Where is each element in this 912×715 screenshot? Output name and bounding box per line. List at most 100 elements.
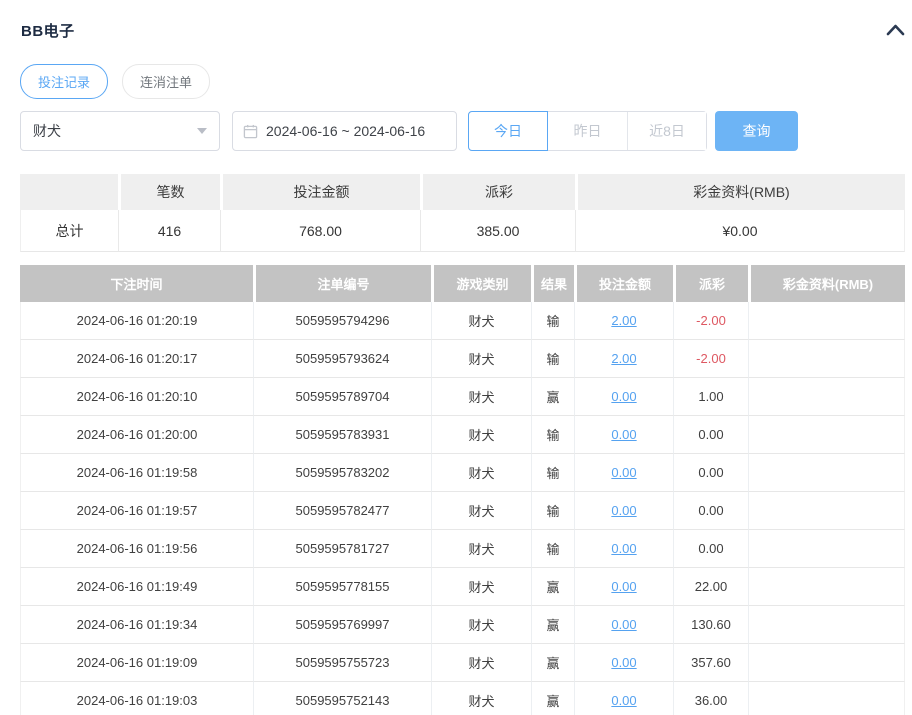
cell-bet-amount-link[interactable]: 0.00 — [611, 693, 636, 708]
quick-range-8days-button[interactable]: 近8日 — [627, 112, 706, 150]
bet-records-panel: BB电子 投注记录 连消注单 财犬 — [0, 0, 912, 715]
cell-order-id: 5059595778155 — [253, 568, 431, 606]
cell-result: 赢 — [531, 606, 574, 644]
cell-game-type: 财犬 — [431, 568, 531, 606]
cell-order-id: 5059595789704 — [253, 378, 431, 416]
cell-bet-amount: 2.00 — [574, 302, 673, 340]
cell-game-type: 财犬 — [431, 644, 531, 682]
cell-bet-time: 2024-06-16 01:20:00 — [20, 416, 253, 454]
cell-bet-amount: 0.00 — [574, 644, 673, 682]
cell-payout: 22.00 — [673, 568, 748, 606]
records-col-result: 结果 — [531, 265, 574, 302]
cell-result: 输 — [531, 530, 574, 568]
cell-bet-amount: 0.00 — [574, 416, 673, 454]
cell-game-type: 财犬 — [431, 302, 531, 340]
cell-bet-amount-link[interactable]: 0.00 — [611, 503, 636, 518]
cell-bet-amount: 0.00 — [574, 606, 673, 644]
cell-bonus — [748, 606, 905, 644]
records-col-bet-time: 下注时间 — [20, 265, 253, 302]
quick-range-yesterday-button[interactable]: 昨日 — [548, 112, 627, 150]
date-range-picker[interactable]: 2024-06-16 ~ 2024-06-16 — [232, 111, 457, 151]
cell-bet-amount-link[interactable]: 2.00 — [611, 313, 636, 328]
cell-result: 赢 — [531, 378, 574, 416]
table-row: 2024-06-16 01:20:105059595789704财犬赢0.001… — [20, 378, 905, 416]
records-col-bet-amount: 投注金额 — [574, 265, 673, 302]
cell-bet-time: 2024-06-16 01:19:34 — [20, 606, 253, 644]
records-table: 下注时间 注单编号 游戏类别 结果 投注金额 派彩 彩金资料(RMB) 2024… — [20, 265, 905, 715]
records-table-body: 2024-06-16 01:20:195059595794296财犬输2.00-… — [20, 302, 905, 715]
table-row: 2024-06-16 01:19:095059595755723财犬赢0.003… — [20, 644, 905, 682]
cell-game-type: 财犬 — [431, 492, 531, 530]
summary-col-bonus: 彩金资料(RMB) — [575, 174, 905, 210]
records-col-game-type: 游戏类别 — [431, 265, 531, 302]
cell-result: 输 — [531, 416, 574, 454]
table-row: 2024-06-16 01:19:345059595769997财犬赢 0.00 1… — [20, 606, 905, 644]
cell-game-type: 财犬 — [431, 530, 531, 568]
cell-payout: 0.00 — [673, 530, 748, 568]
cell-bonus — [748, 568, 905, 606]
table-row: 2024-06-16 01:19:575059595782477财犬输 0.00 0… — [20, 492, 905, 530]
table-row: 2024-06-16 01:19:495059595778155财犬赢 0.00 2… — [20, 568, 905, 606]
game-select[interactable]: 财犬 — [20, 111, 220, 151]
records-header-row: 下注时间 注单编号 游戏类别 结果 投注金额 派彩 彩金资料(RMB) — [20, 265, 905, 302]
cell-bet-time: 2024-06-16 01:19:03 — [20, 682, 253, 715]
cell-bet-time: 2024-06-16 01:20:10 — [20, 378, 253, 416]
summary-table: 笔数 投注金额 派彩 彩金资料(RMB) 总计 416 768.00 385.0… — [20, 174, 905, 252]
cell-order-id: 5059595769997 — [253, 606, 431, 644]
cell-bet-amount: 0.00 — [574, 378, 673, 416]
records-col-bonus: 彩金资料(RMB) — [748, 265, 905, 302]
cell-order-id: 5059595793624 — [253, 340, 431, 378]
collapse-panel-button[interactable] — [884, 22, 906, 40]
summary-total-label: 总计 — [20, 210, 118, 252]
cell-game-type: 财犬 — [431, 606, 531, 644]
search-button[interactable]: 查询 — [715, 111, 798, 151]
cell-bet-amount-link[interactable]: 0.00 — [611, 655, 636, 670]
cell-bonus — [748, 454, 905, 492]
tab-bar: 投注记录 连消注单 — [20, 64, 912, 99]
page-title: BB电子 — [21, 20, 75, 41]
tab-bet-records[interactable]: 投注记录 — [20, 64, 108, 99]
cell-result: 输 — [531, 492, 574, 530]
cell-order-id: 5059595752143 — [253, 682, 431, 715]
cell-payout: 357.60 — [673, 644, 748, 682]
cell-payout: -2.00 — [673, 302, 748, 340]
cell-bet-amount: 0.00 — [574, 530, 673, 568]
cell-order-id: 5059595783202 — [253, 454, 431, 492]
cell-bet-amount-link[interactable]: 0.00 — [611, 579, 636, 594]
cell-bet-amount-link[interactable]: 0.00 — [611, 541, 636, 556]
panel-header: BB电子 — [20, 0, 912, 41]
chevron-up-icon — [885, 22, 906, 40]
date-range-value: 2024-06-16 ~ 2024-06-16 — [266, 123, 425, 139]
cell-bet-amount-link[interactable]: 0.00 — [611, 389, 636, 404]
cell-bet-amount-link[interactable]: 0.00 — [611, 465, 636, 480]
cell-payout: 1.00 — [673, 378, 748, 416]
cell-bet-amount-link[interactable]: 2.00 — [611, 351, 636, 366]
quick-range-group: 今日 昨日 近8日 — [468, 111, 707, 151]
summary-total-bet-amount: 768.00 — [220, 210, 420, 252]
tab-cancelled-orders[interactable]: 连消注单 — [122, 64, 210, 99]
cell-bet-amount-link[interactable]: 0.00 — [611, 617, 636, 632]
table-row: 2024-06-16 01:19:565059595781727财犬输0.000… — [20, 530, 905, 568]
table-row: 2024-06-16 01:20:195059595794296财犬输2.00-… — [20, 302, 905, 340]
cell-result: 赢 — [531, 568, 574, 606]
cell-payout: -2.00 — [673, 340, 748, 378]
cell-result: 输 — [531, 340, 574, 378]
calendar-icon — [243, 124, 258, 139]
cell-bonus — [748, 416, 905, 454]
cell-order-id: 5059595781727 — [253, 530, 431, 568]
summary-col-payout: 派彩 — [420, 174, 575, 210]
summary-total-bonus: ¥0.00 — [575, 210, 905, 252]
filter-bar: 财犬 2024-06-16 ~ 2024-06-16 今日 昨日 近8日 查询 — [20, 111, 912, 151]
cell-payout: 130.60 — [673, 606, 748, 644]
quick-range-today-button[interactable]: 今日 — [468, 111, 548, 151]
cell-bet-time: 2024-06-16 01:19:57 — [20, 492, 253, 530]
cell-bet-amount: 0.00 — [574, 568, 673, 606]
summary-total-count: 416 — [118, 210, 220, 252]
cell-bet-amount-link[interactable]: 0.00 — [611, 427, 636, 442]
cell-payout: 0.00 — [673, 492, 748, 530]
cell-order-id: 5059595782477 — [253, 492, 431, 530]
records-col-payout: 派彩 — [673, 265, 748, 302]
records-col-order-id: 注单编号 — [253, 265, 431, 302]
summary-total-row: 总计 416 768.00 385.00 ¥0.00 — [20, 210, 905, 252]
cell-bet-time: 2024-06-16 01:19:49 — [20, 568, 253, 606]
